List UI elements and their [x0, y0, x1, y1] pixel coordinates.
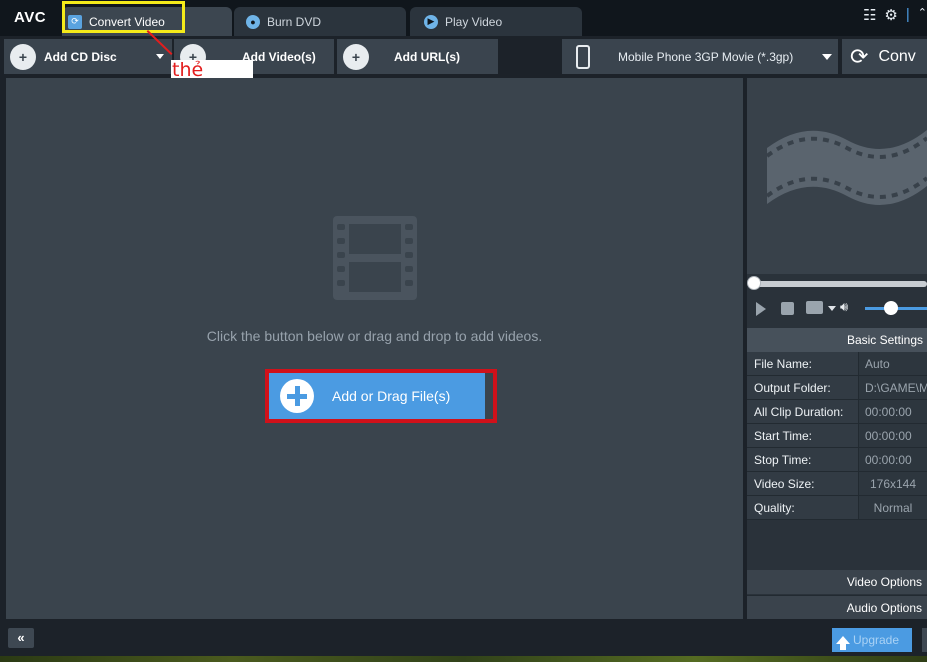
- setting-key: Video Size:: [747, 472, 858, 495]
- setting-key: Start Time:: [747, 424, 858, 447]
- preview-area: [747, 78, 927, 274]
- app-logo: AVC: [14, 9, 47, 26]
- stop-icon[interactable]: [781, 302, 794, 315]
- globe-add-icon: +: [343, 43, 369, 70]
- upgrade-label: Upgrade: [853, 633, 900, 647]
- chevron-down-icon[interactable]: [822, 54, 832, 60]
- add-cd-label: Add CD Disc: [44, 49, 117, 64]
- profile-label: Mobile Phone 3GP Movie (*.3gp): [618, 49, 794, 64]
- setting-key: Quality:: [747, 496, 858, 519]
- drop-hint-text: Click the button below or drag and drop …: [206, 328, 543, 344]
- chevron-down-icon[interactable]: [156, 54, 164, 59]
- add-or-drag-files-button[interactable]: Add or Drag File(s): [269, 373, 485, 419]
- convert-arrows-icon: ⟳: [850, 43, 869, 69]
- disc-add-icon: +: [10, 43, 36, 70]
- setting-value[interactable]: Auto: [858, 352, 927, 375]
- setting-value[interactable]: 00:00:00: [858, 448, 927, 471]
- minimize-icon[interactable]: ⌃: [918, 6, 927, 24]
- footer-edge-button[interactable]: [922, 628, 927, 652]
- snapshot-camera-icon[interactable]: [806, 301, 823, 314]
- setting-value[interactable]: 00:00:00: [858, 424, 927, 447]
- desktop-background: [0, 656, 927, 662]
- title-icons: ☷ ⚙ | ⌃: [863, 6, 927, 24]
- film-reel-icon: [765, 130, 927, 205]
- add-files-label: Add or Drag File(s): [332, 388, 451, 404]
- mobile-phone-icon: [576, 44, 590, 69]
- video-options-button[interactable]: Video Options: [747, 570, 927, 594]
- volume-handle[interactable]: [884, 301, 899, 315]
- setting-key: File Name:: [747, 352, 858, 375]
- seek-handle[interactable]: [747, 276, 761, 290]
- collapse-panel-button[interactable]: «: [8, 628, 34, 648]
- setting-value[interactable]: 176x144: [858, 472, 927, 495]
- output-profile-select[interactable]: Mobile Phone 3GP Movie (*.3gp): [562, 39, 838, 74]
- convert-now-button[interactable]: ⟳ Conv: [842, 39, 927, 74]
- setting-value[interactable]: D:\GAME\MO: [858, 376, 927, 399]
- settings-table: File Name: Auto Output Folder: D:\GAME\M…: [747, 352, 927, 520]
- basic-settings-header[interactable]: Basic Settings: [747, 328, 927, 352]
- setting-value[interactable]: 00:00:00: [858, 400, 927, 423]
- convert-label: Conv: [878, 47, 916, 65]
- volume-icon[interactable]: 🔊︎: [840, 299, 848, 315]
- video-drop-area[interactable]: Click the button below or drag and drop …: [6, 78, 743, 619]
- upgrade-arrow-icon: [836, 636, 850, 650]
- setting-key: All Clip Duration:: [747, 400, 858, 423]
- yellow-highlight-frame: [62, 1, 185, 33]
- title-bar: AVC ⟳ Convert Video ● Burn DVD ▶ Play Vi…: [0, 0, 927, 36]
- setting-key: Stop Time:: [747, 448, 858, 471]
- seek-bar[interactable]: [751, 281, 927, 287]
- plus-circle-icon: [280, 379, 314, 413]
- setting-row-file-name[interactable]: File Name: Auto: [747, 352, 927, 376]
- setting-row-start-time[interactable]: Start Time: 00:00:00: [747, 424, 927, 448]
- tab-burn-dvd[interactable]: ● Burn DVD: [234, 7, 406, 36]
- setting-key: Output Folder:: [747, 376, 858, 399]
- player-controls: 🔊︎: [747, 296, 927, 322]
- tab-play-video[interactable]: ▶ Play Video: [410, 7, 582, 36]
- footer-bar: « Upgrade: [0, 619, 927, 656]
- add-video-label: Add Video(s): [242, 49, 316, 64]
- right-panel: 🔊︎ Basic Settings File Name: Auto Output…: [747, 78, 927, 619]
- add-url-button[interactable]: + Add URL(s): [337, 39, 498, 74]
- divider: |: [905, 6, 910, 23]
- setting-row-stop-time[interactable]: Stop Time: 00:00:00: [747, 448, 927, 472]
- tab-label: Burn DVD: [267, 14, 322, 29]
- setting-row-output-folder[interactable]: Output Folder: D:\GAME\MO: [747, 376, 927, 400]
- menu-list-icon[interactable]: ☷: [863, 6, 876, 24]
- setting-value[interactable]: Normal: [858, 496, 927, 519]
- audio-options-button[interactable]: Audio Options: [747, 595, 927, 619]
- chevron-down-icon[interactable]: [828, 306, 836, 311]
- upgrade-button[interactable]: Upgrade: [832, 628, 912, 652]
- film-strip-icon: [333, 216, 417, 300]
- gear-icon[interactable]: ⚙: [884, 6, 897, 24]
- app-window: AVC ⟳ Convert Video ● Burn DVD ▶ Play Vi…: [0, 0, 927, 656]
- toolbar: + Add CD Disc + Add Video(s) + Add URL(s…: [0, 36, 927, 76]
- tab-label: Play Video: [445, 14, 503, 29]
- disc-icon: ●: [246, 14, 260, 29]
- add-cd-disc-button[interactable]: + Add CD Disc: [4, 39, 172, 74]
- play-circle-icon: ▶: [424, 14, 438, 29]
- setting-row-video-size[interactable]: Video Size: 176x144: [747, 472, 927, 496]
- add-url-label: Add URL(s): [394, 49, 460, 64]
- setting-row-quality[interactable]: Quality: Normal: [747, 496, 927, 520]
- setting-row-all-clip-duration[interactable]: All Clip Duration: 00:00:00: [747, 400, 927, 424]
- play-icon[interactable]: [756, 302, 766, 316]
